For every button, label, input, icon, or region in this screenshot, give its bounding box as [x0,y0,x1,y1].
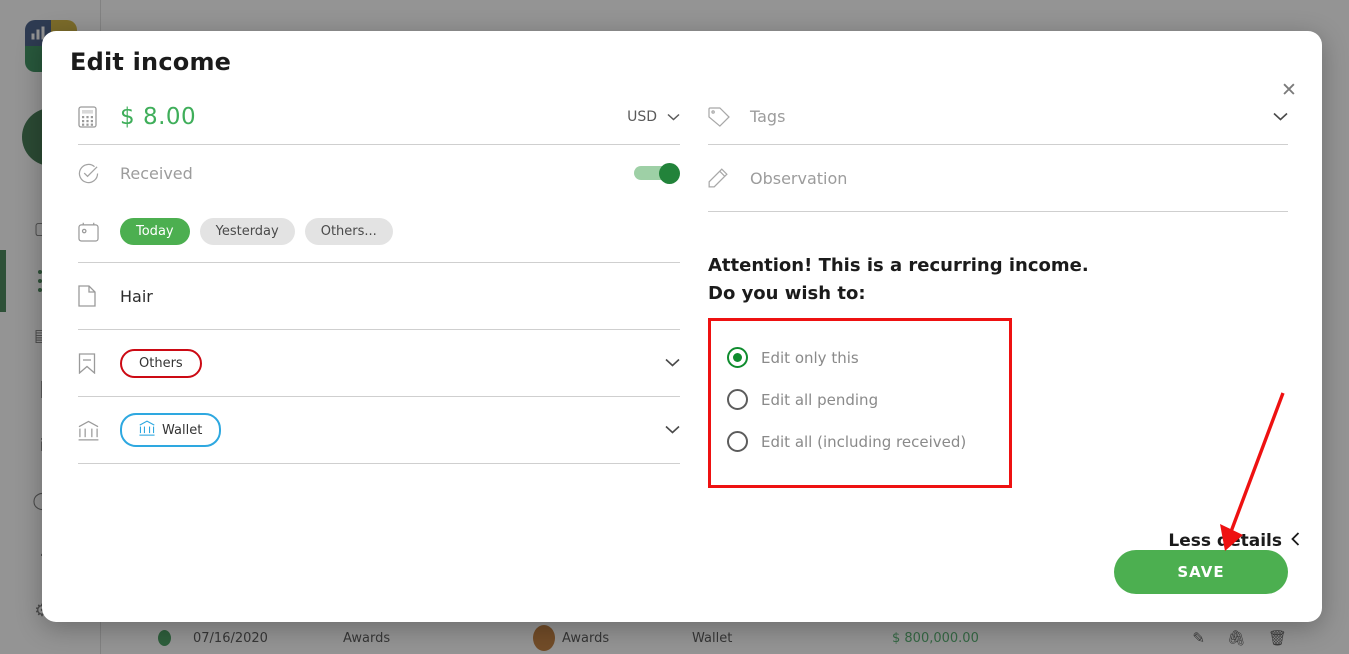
account-field[interactable]: Wallet [78,397,680,464]
chevron-left-icon [1291,531,1300,551]
bank-icon [139,420,155,440]
radio-label: Edit only this [761,348,859,367]
chevron-down-icon [667,110,680,124]
category-dropdown-toggle[interactable] [665,356,680,370]
bank-icon [78,420,120,441]
received-toggle[interactable] [634,163,680,184]
observation-placeholder[interactable]: Observation [750,169,847,188]
description-field[interactable]: Hair [78,263,680,330]
radio-icon[interactable] [727,431,748,453]
document-icon [78,285,120,307]
left-column: $ 8.00 USD Received Today Yesterday Othe… [42,89,1300,622]
edit-scope-options: Edit only this Edit all pending Edit all… [708,317,1012,488]
received-field[interactable]: Received [78,145,680,201]
tag-icon [708,106,750,127]
account-chip-label: Wallet [162,422,203,438]
chevron-down-icon [1273,110,1288,124]
radio-option-edit-all-including-received[interactable]: Edit all (including received) [727,421,1009,463]
bookmark-icon [78,352,120,374]
attention-line-2: Do you wish to: [708,282,866,304]
save-button[interactable]: SAVE [1114,550,1288,594]
tags-dropdown-toggle[interactable] [1273,110,1288,124]
date-field: Today Yesterday Others... [78,201,680,263]
edit-income-dialog: Edit income ✕ $ 8.00 USD Received Today … [42,31,1322,622]
amount-field[interactable]: $ 8.00 USD [78,89,680,145]
category-chip-label: Others [139,355,183,371]
radio-option-edit-all-pending[interactable]: Edit all pending [727,379,1009,421]
date-chip-today[interactable]: Today [120,218,190,245]
date-chip-others[interactable]: Others... [304,218,393,245]
observation-field[interactable]: Observation [708,145,1288,212]
radio-option-edit-only-this[interactable]: Edit only this [727,337,1009,379]
radio-icon[interactable] [727,347,748,369]
less-details-button[interactable]: Less details [78,531,1300,551]
radio-icon[interactable] [727,389,748,411]
date-chip-yesterday[interactable]: Yesterday [199,218,295,245]
currency-selector[interactable]: USD [627,109,680,125]
currency-value: USD [627,108,657,125]
calendar-icon [78,222,120,242]
date-chip-group: Today Yesterday Others... [120,218,680,245]
category-field[interactable]: Others [78,330,680,397]
less-details-label: Less details [1168,531,1282,551]
recurring-warning: Attention! This is a recurring income. D… [708,252,1288,308]
description-value[interactable]: Hair [120,287,153,306]
chevron-down-icon [665,356,680,370]
check-circle-icon [78,163,120,184]
chevron-down-icon [665,423,680,437]
amount-value[interactable]: $ 8.00 [120,104,196,130]
received-label: Received [120,163,193,183]
radio-label: Edit all (including received) [761,432,967,451]
dialog-title: Edit income [70,48,232,76]
attention-line-1: Attention! This is a recurring income. [708,255,1089,276]
account-chip[interactable]: Wallet [120,413,222,447]
screen: ▢ ▤ | i ◯ · ⚙ 07/16/2020 Awards Awards W… [0,0,1349,654]
tags-placeholder[interactable]: Tags [750,107,785,126]
calculator-icon [78,105,120,128]
radio-label: Edit all pending [761,390,879,409]
account-dropdown-toggle[interactable] [665,423,680,437]
tags-field[interactable]: Tags [708,89,1288,145]
category-chip[interactable]: Others [120,348,202,378]
pencil-icon [708,168,750,188]
